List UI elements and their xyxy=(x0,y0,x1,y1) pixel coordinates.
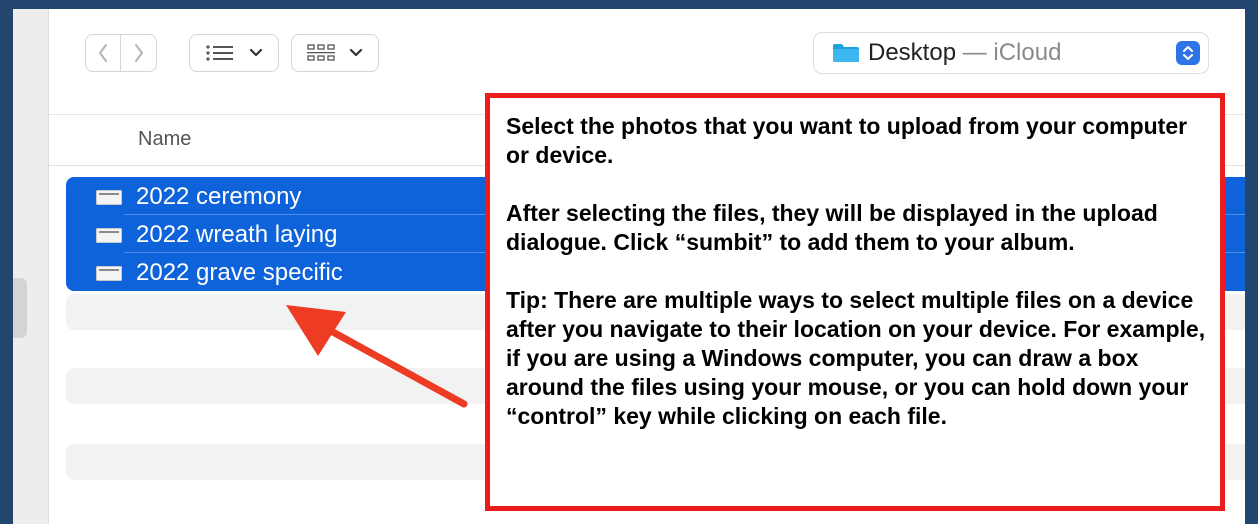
image-file-icon xyxy=(96,228,122,243)
file-name: 2022 wreath laying xyxy=(136,221,338,248)
list-view-icon xyxy=(206,45,233,61)
file-name: 2022 grave specific xyxy=(136,259,343,286)
chevron-down-icon xyxy=(349,48,363,57)
image-file-icon xyxy=(96,190,122,205)
folder-icon xyxy=(833,44,859,62)
callout-paragraph: Tip: There are multiple ways to select m… xyxy=(506,287,1206,429)
location-stepper[interactable] xyxy=(1176,41,1200,65)
grid-view-button[interactable] xyxy=(291,34,379,72)
location-popup[interactable]: Desktop — iCloud xyxy=(813,32,1209,74)
list-view-button[interactable] xyxy=(189,34,279,72)
sidebar-resize-handle[interactable] xyxy=(13,278,27,338)
location-separator: — xyxy=(962,39,987,66)
location-label: Desktop — iCloud xyxy=(868,39,1061,67)
location-folder: Desktop xyxy=(868,39,957,66)
instruction-callout: Select the photos that you want to uploa… xyxy=(485,93,1225,511)
file-name: 2022 ceremony xyxy=(136,183,302,210)
file-picker-window: Desktop — iCloud Name 2022 ceremony 2022… xyxy=(13,9,1245,524)
sidebar-edge xyxy=(13,9,49,524)
forward-button[interactable] xyxy=(121,34,157,72)
callout-paragraph: After selecting the files, they will be … xyxy=(506,200,1158,255)
chevron-down-icon xyxy=(249,48,263,57)
location-service: iCloud xyxy=(993,39,1062,66)
image-file-icon xyxy=(96,266,122,281)
name-column-header[interactable]: Name xyxy=(138,128,191,151)
chevron-right-icon xyxy=(134,44,143,62)
back-button[interactable] xyxy=(85,34,121,72)
chevron-left-icon xyxy=(99,44,107,62)
grid-view-icon xyxy=(307,44,335,61)
callout-paragraph: Select the photos that you want to uploa… xyxy=(506,113,1188,168)
up-down-chevron-icon xyxy=(1183,46,1193,60)
